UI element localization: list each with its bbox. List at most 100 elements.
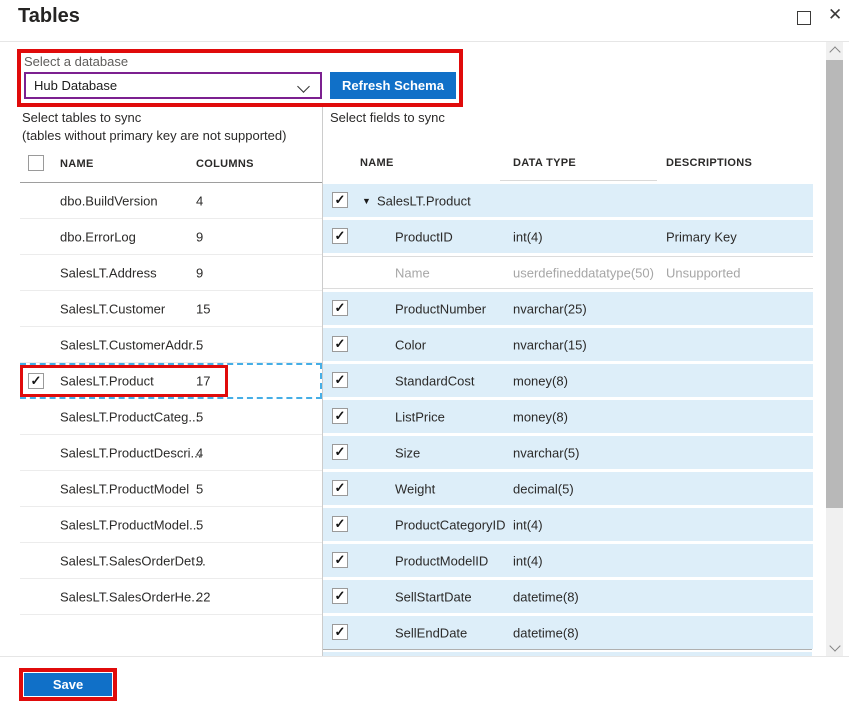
- table-column-count: 9: [196, 265, 203, 280]
- table-row[interactable]: SalesLT.SalesOrderDet...9: [20, 543, 322, 579]
- scrollbar-thumb[interactable]: [826, 60, 843, 508]
- field-description: Unsupported: [666, 265, 740, 280]
- field-data-type: datetime(8): [513, 625, 579, 640]
- tables-table-header: NAME COLUMNS: [20, 146, 322, 183]
- table-column-count: 9: [196, 229, 203, 244]
- table-name: SalesLT.CustomerAddr...: [60, 337, 203, 352]
- field-row[interactable]: ✓ProductNumbernvarchar(25): [323, 292, 813, 325]
- fields-panel-heading: Select fields to sync: [330, 110, 445, 125]
- field-row[interactable]: Nameuserdefineddatatype(50)Unsupported: [323, 256, 813, 289]
- field-data-type: nvarchar(5): [513, 445, 579, 460]
- field-row[interactable]: ✓ProductModelIDint(4): [323, 544, 813, 577]
- table-name: SalesLT.ProductModel: [60, 481, 189, 496]
- maximize-icon[interactable]: [797, 11, 811, 25]
- table-column-count: 4: [196, 445, 203, 460]
- field-name: SellEndDate: [395, 625, 467, 640]
- header-divider: [0, 41, 849, 42]
- datatype-column-underline: [500, 180, 657, 181]
- table-column-count: 15: [196, 301, 210, 316]
- table-column-count: 5: [196, 337, 203, 352]
- scroll-down-icon[interactable]: [829, 640, 840, 651]
- tables-panel-heading: Select tables to sync: [22, 110, 141, 125]
- table-row-checkbox[interactable]: ✓: [28, 373, 44, 389]
- table-row[interactable]: SalesLT.ProductModel 5: [20, 471, 322, 507]
- field-name: ProductModelID: [395, 553, 488, 568]
- field-row[interactable]: ✓StandardCostmoney(8): [323, 364, 813, 397]
- field-data-type: nvarchar(15): [513, 337, 587, 352]
- field-row[interactable]: ✓Weightdecimal(5): [323, 472, 813, 505]
- table-row[interactable]: dbo.ErrorLog 9: [20, 219, 322, 255]
- vertical-scrollbar[interactable]: [826, 42, 843, 656]
- field-checkbox[interactable]: ✓: [332, 444, 348, 460]
- page-title: Tables: [18, 5, 80, 28]
- field-row[interactable]: ✓ ProductCategoryID int(4): [323, 508, 813, 541]
- chevron-down-icon: [297, 80, 310, 93]
- table-row[interactable]: ✓ SalesLT.Product 17: [20, 363, 322, 399]
- table-column-count: 5: [196, 517, 203, 532]
- field-name: ProductNumber: [395, 301, 486, 316]
- table-name: SalesLT.Customer: [60, 301, 165, 316]
- tables-list: dbo.BuildVersion4dbo.ErrorLog9SalesLT.Ad…: [20, 183, 322, 615]
- table-row[interactable]: SalesLT.Customer 15: [20, 291, 322, 327]
- save-button[interactable]: Save: [24, 673, 112, 696]
- field-data-type: datetime(8): [513, 589, 579, 604]
- scroll-up-icon[interactable]: [829, 46, 840, 57]
- field-row[interactable]: ✓ Size nvarchar(5): [323, 436, 813, 469]
- field-data-type: int(4): [513, 229, 543, 244]
- field-data-type: int(4): [513, 517, 543, 532]
- field-row[interactable]: ✓ProductIDint(4)Primary Key: [323, 220, 813, 253]
- fields-list: ✓▼SalesLT.Product✓ProductIDint(4)Primary…: [323, 184, 813, 656]
- field-checkbox[interactable]: ✓: [332, 372, 348, 388]
- field-checkbox[interactable]: ✓: [332, 624, 348, 640]
- table-name: SalesLT.ProductDescri...: [60, 445, 201, 460]
- field-name: Color: [395, 337, 426, 352]
- table-column-count: 5: [196, 481, 203, 496]
- table-name: SalesLT.SalesOrderDet...: [60, 553, 206, 568]
- field-data-type: money(8): [513, 409, 568, 424]
- tables-column-header-columns: COLUMNS: [196, 158, 254, 170]
- field-checkbox[interactable]: ✓: [332, 192, 348, 208]
- table-column-count: 5: [196, 409, 203, 424]
- fields-bottom-border: [323, 649, 812, 650]
- field-checkbox[interactable]: ✓: [332, 336, 348, 352]
- field-checkbox[interactable]: ✓: [332, 552, 348, 568]
- field-row[interactable]: ✓ListPricemoney(8): [323, 400, 813, 433]
- table-name: SalesLT.Product: [60, 374, 154, 389]
- collapse-arrow-icon[interactable]: ▼: [362, 196, 371, 206]
- field-row[interactable]: ✓ SellEndDate datetime(8): [323, 616, 813, 649]
- field-checkbox[interactable]: ✓: [332, 408, 348, 424]
- field-checkbox[interactable]: ✓: [332, 516, 348, 532]
- field-checkbox[interactable]: ✓: [332, 300, 348, 316]
- field-row[interactable]: ✓SellStartDatedatetime(8): [323, 580, 813, 613]
- database-dropdown-value: Hub Database: [34, 78, 117, 93]
- field-checkbox[interactable]: ✓: [332, 480, 348, 496]
- field-name: ProductCategoryID: [395, 517, 506, 532]
- table-column-count: 4: [196, 193, 203, 208]
- table-name: SalesLT.ProductModel...: [60, 517, 200, 532]
- fields-column-header-descriptions: DESCRIPTIONS: [666, 157, 752, 169]
- table-row[interactable]: SalesLT.ProductCateg...5: [20, 399, 322, 435]
- table-row[interactable]: SalesLT.CustomerAddr...5: [20, 327, 322, 363]
- table-row[interactable]: SalesLT.ProductModel...5: [20, 507, 322, 543]
- refresh-schema-button[interactable]: Refresh Schema: [330, 72, 456, 99]
- field-checkbox[interactable]: ✓: [332, 228, 348, 244]
- field-checkbox[interactable]: ✓: [332, 588, 348, 604]
- table-row[interactable]: SalesLT.Address9: [20, 255, 322, 291]
- field-description: Primary Key: [666, 229, 737, 244]
- fields-column-header-datatype: DATA TYPE: [513, 157, 576, 169]
- field-row[interactable]: ✓ Color nvarchar(15): [323, 328, 813, 361]
- table-column-count: 9: [196, 553, 203, 568]
- select-all-tables-checkbox[interactable]: [28, 155, 44, 171]
- table-column-count: 17: [196, 374, 210, 389]
- field-name: Weight: [395, 481, 435, 496]
- field-name: Size: [395, 445, 420, 460]
- database-dropdown[interactable]: Hub Database: [24, 72, 322, 99]
- table-name: dbo.ErrorLog: [60, 229, 136, 244]
- close-icon[interactable]: ✕: [828, 4, 842, 26]
- table-row[interactable]: dbo.BuildVersion4: [20, 183, 322, 219]
- table-row[interactable]: SalesLT.SalesOrderHe...22: [20, 579, 322, 615]
- table-row[interactable]: SalesLT.ProductDescri...4: [20, 435, 322, 471]
- field-name: Name: [395, 265, 430, 280]
- field-name: StandardCost: [395, 373, 475, 388]
- field-row[interactable]: ✓▼SalesLT.Product: [323, 184, 813, 217]
